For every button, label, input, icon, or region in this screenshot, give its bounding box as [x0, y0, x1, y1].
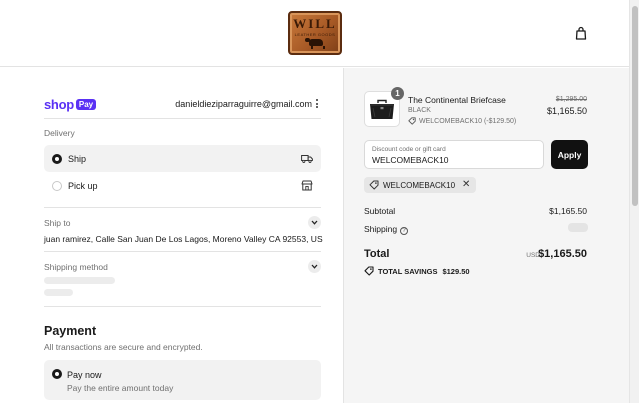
discount-code-chip: WELCOMEBACK10 ✕: [364, 177, 477, 193]
total-value: $1,165.50: [538, 248, 587, 260]
ship-to-expand-button[interactable]: [308, 216, 321, 229]
discount-input[interactable]: [372, 155, 532, 165]
cow-emblem-icon: [305, 38, 325, 49]
shipping-method-expand-button[interactable]: [308, 260, 321, 273]
remove-discount-icon[interactable]: ✕: [462, 180, 470, 190]
delivery-option-ship[interactable]: Ship: [44, 145, 321, 172]
shipping-label: Shipping: [364, 224, 398, 234]
store-logo[interactable]: WILL LEATHER GOODS: [288, 11, 342, 55]
pay-now-title: Pay now: [67, 370, 102, 380]
original-price: $1,295.00: [555, 96, 587, 103]
product-discount: WELCOMEBACK10 (-$129.50): [408, 117, 516, 125]
apply-button[interactable]: Apply: [551, 140, 588, 169]
ship-label: Ship: [68, 153, 87, 164]
discount-chip-label: WELCOMEBACK10: [383, 180, 456, 190]
loading-placeholder: [44, 289, 73, 296]
delivery-label: Delivery: [44, 128, 75, 138]
logo-text: WILL: [293, 16, 337, 31]
ship-to-address: juan ramirez, Calle San Juan De Los Lago…: [44, 234, 323, 244]
pay-now-subtitle: Pay the entire amount today: [67, 383, 174, 393]
quantity-badge: 1: [391, 87, 404, 100]
delivery-option-pickup[interactable]: Pick up: [44, 172, 321, 199]
order-summary: 1 The Continental Briefcase BLACK WELCOM…: [343, 68, 629, 403]
account-email: danieldieziparraguirre@gmail.com: [175, 99, 312, 109]
product-price: $1,165.50: [546, 106, 587, 116]
divider: [44, 306, 321, 307]
savings-value: $129.50: [442, 266, 470, 276]
shop-pay-badge: shop Pay: [44, 96, 97, 112]
subtotal-label: Subtotal: [364, 206, 396, 216]
product-name: The Continental Briefcase: [408, 95, 506, 105]
checkout-form: shop Pay danieldieziparraguirre@gmail.co…: [0, 68, 343, 403]
shop-pay-pay-label: Pay: [75, 98, 97, 110]
shipping-row: Shipping?: [364, 224, 409, 235]
tag-icon: [364, 266, 374, 276]
truck-icon: [301, 153, 313, 164]
discount-field[interactable]: Discount code or gift card: [364, 140, 544, 169]
pay-now-radio[interactable]: [52, 369, 62, 379]
shopping-bag-icon[interactable]: [574, 26, 588, 40]
divider: [44, 251, 321, 252]
tag-icon: [408, 117, 416, 125]
total-label: Total: [364, 248, 390, 260]
logo-subtext: LEATHER GOODS: [294, 32, 336, 37]
shop-pay-shop-label: shop: [44, 96, 74, 112]
product-discount-text: WELCOMEBACK10 (-$129.50): [419, 117, 517, 125]
account-menu-icon[interactable]: [316, 99, 319, 109]
scrollbar-thumb[interactable]: [632, 6, 638, 206]
discount-field-label: Discount code or gift card: [372, 146, 446, 153]
payment-option-pay-now[interactable]: Pay now Pay the entire amount today: [44, 360, 321, 400]
loading-placeholder: [44, 277, 115, 284]
pickup-label: Pick up: [68, 180, 98, 191]
divider: [44, 118, 321, 119]
divider: [44, 207, 321, 208]
chevron-down-icon: [311, 220, 318, 225]
payment-title: Payment: [44, 324, 97, 338]
tag-icon: [369, 180, 379, 190]
ship-radio[interactable]: [52, 153, 62, 164]
shipping-loading-placeholder: [568, 223, 588, 232]
shipping-method-label: Shipping method: [44, 262, 108, 272]
scrollbar[interactable]: [629, 0, 639, 403]
pickup-radio[interactable]: [52, 180, 62, 191]
chevron-down-icon: [311, 264, 318, 269]
savings-label: TOTAL SAVINGS: [378, 266, 438, 276]
store-icon: [301, 180, 313, 191]
total-savings: TOTAL SAVINGS $129.50: [364, 266, 470, 276]
subtotal-value: $1,165.50: [549, 206, 587, 216]
help-icon[interactable]: ?: [400, 227, 409, 235]
header: WILL LEATHER GOODS: [0, 0, 629, 67]
ship-to-label: Ship to: [44, 218, 71, 228]
payment-subtitle: All transactions are secure and encrypte…: [44, 342, 203, 352]
product-variant: BLACK: [408, 107, 431, 114]
